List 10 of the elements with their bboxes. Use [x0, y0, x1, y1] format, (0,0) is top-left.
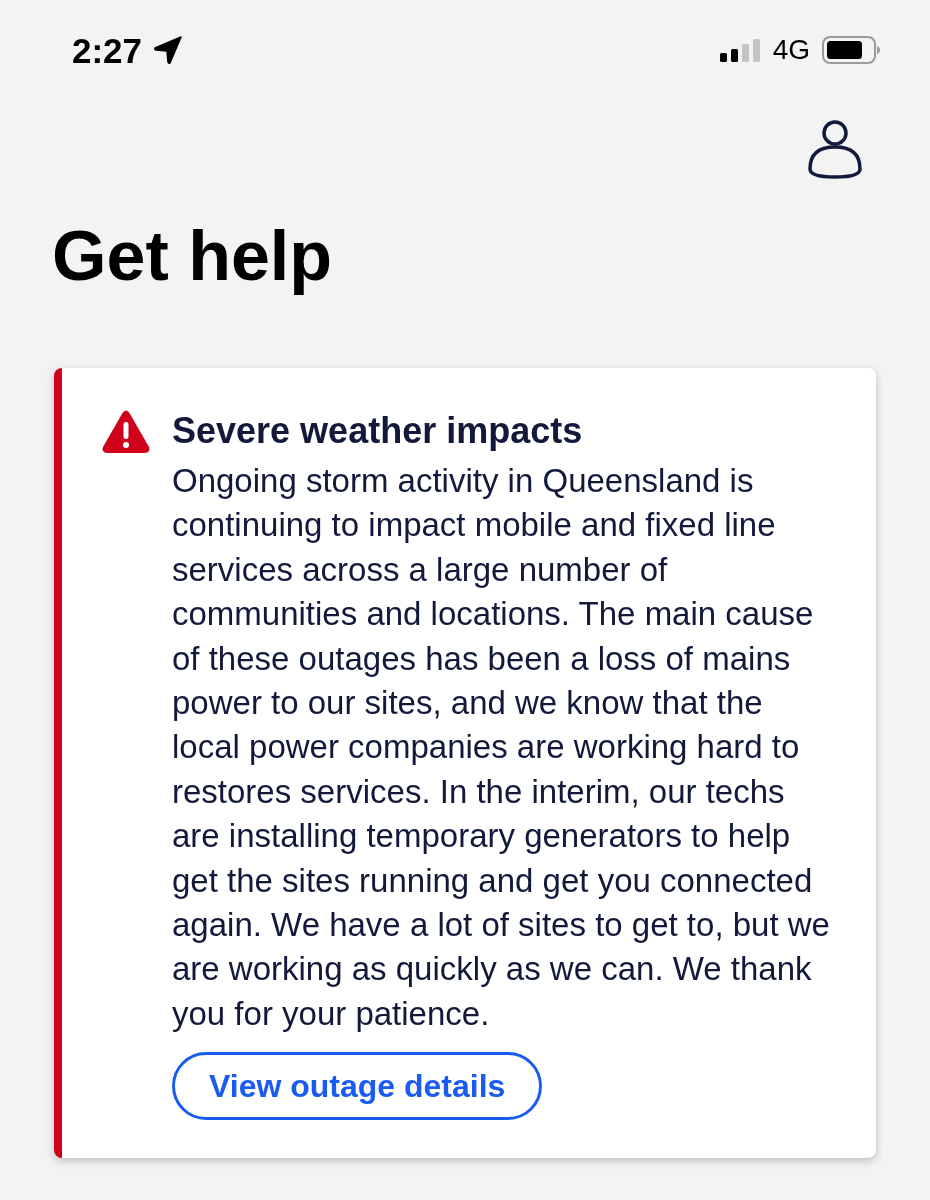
profile-icon[interactable] — [807, 120, 863, 180]
warning-icon — [102, 410, 150, 453]
alert-body: Ongoing storm activity in Queensland is continuing to impact mobile and fixed line services across a large number of communities and locations. The main cause of these outages has been a loss of mains power to our sites, and we know that the local power companies are working hard to restores services. In the interim, our techs are installing temporary generators to help get the sites running and get you connected again. We have a lot of sites to get to, but we are working as quickly as we can. We thank you for your patience. — [172, 461, 830, 1034]
status-time: 2:27 — [72, 32, 143, 68]
battery-icon — [822, 36, 880, 64]
alert-title: Severe weather impacts — [172, 409, 583, 453]
view-outage-button[interactable]: View outage details — [172, 1052, 543, 1121]
location-arrow-icon — [154, 36, 183, 64]
signal-icon — [719, 38, 760, 62]
network-label: 4G — [772, 36, 810, 64]
